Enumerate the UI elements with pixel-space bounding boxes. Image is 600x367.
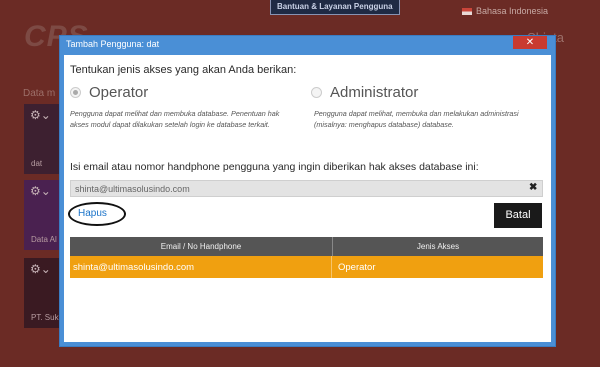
clear-icon[interactable]: ✖ [529,182,537,193]
database-card-label: PT. Suk [31,313,59,322]
operator-label[interactable]: Operator [89,84,148,101]
indonesia-flag-icon [461,7,472,15]
table-cell-email: shinta@ultimasolusindo.com [70,256,332,278]
language-selector[interactable]: Bahasa Indonesia [461,6,548,16]
database-card-label: Data Al [31,235,57,244]
column-header-access: Jenis Akses [416,242,460,251]
email-input[interactable] [70,180,543,197]
user-access-table: Email / No Handphone Jenis Akses shinta@… [70,237,543,278]
operator-radio[interactable] [70,87,81,98]
administrator-description: Pengguna dapat melihat, membuka dan mela… [314,109,519,129]
database-card[interactable]: ⚙⌄ PT. Suk [24,258,60,328]
database-card[interactable]: ⚙⌄ Data Al [24,180,60,250]
administrator-label[interactable]: Administrator [330,84,418,101]
dialog-content: Tentukan jenis akses yang akan Anda beri… [64,55,551,342]
table-cell-access: Operator [338,261,376,273]
gear-icon[interactable]: ⚙⌄ [24,180,60,202]
gear-icon[interactable]: ⚙⌄ [24,104,60,126]
cancel-button[interactable]: Batal [494,203,542,228]
email-prompt: Isi email atau nomor handphone pengguna … [70,161,479,173]
administrator-option[interactable]: Administrator [311,84,418,101]
dialog-titlebar: Tambah Pengguna: dat ✕ [60,36,555,54]
database-card-label: dat [31,159,43,168]
column-header-email: Email / No Handphone [70,237,333,256]
close-icon: ✕ [525,37,535,48]
dialog-title: Tambah Pengguna: dat [66,39,160,49]
language-label: Bahasa Indonesia [475,6,548,16]
administrator-radio[interactable] [311,87,322,98]
gear-icon[interactable]: ⚙⌄ [24,258,60,280]
database-card[interactable]: ⚙⌄ dat [24,104,60,174]
table-row[interactable]: shinta@ultimasolusindo.com Operator [70,256,543,278]
data-section-label: Data m [23,88,56,99]
operator-description: Pengguna dapat melihat dan membuka datab… [70,109,280,129]
remove-link[interactable]: Hapus [78,208,107,219]
operator-option[interactable]: Operator [70,84,148,101]
add-user-dialog: Tambah Pengguna: dat ✕ Tentukan jenis ak… [59,35,556,347]
table-header: Email / No Handphone Jenis Akses [70,237,543,256]
access-prompt: Tentukan jenis akses yang akan Anda beri… [70,64,297,76]
help-link[interactable]: Bantuan & Layanan Pengguna [270,0,400,15]
close-button[interactable]: ✕ [513,36,547,49]
